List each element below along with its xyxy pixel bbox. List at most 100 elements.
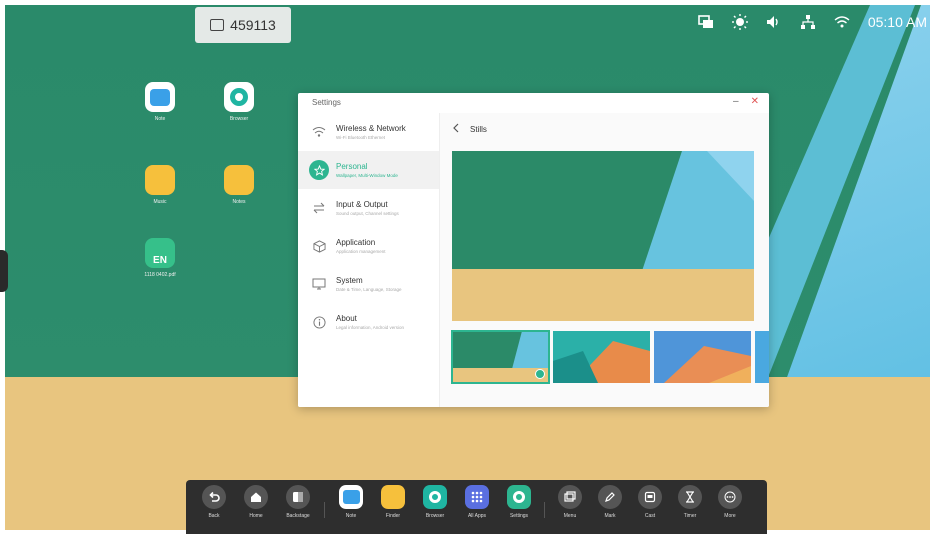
- nav-subtitle: Application management: [336, 249, 386, 254]
- desktop-icon-label: Notes: [232, 199, 246, 205]
- dock-back[interactable]: Back: [194, 485, 234, 519]
- dock-label: Back: [208, 513, 220, 519]
- cube-icon: [310, 237, 328, 255]
- desktop-icon-music-folder[interactable]: Music: [130, 165, 190, 205]
- swap-icon: [310, 199, 328, 217]
- nav-subtitle: Wi-Fi Bluetooth Ethernet: [336, 135, 386, 140]
- home-icon: [244, 485, 268, 509]
- pen-icon: [598, 485, 622, 509]
- wifi-icon[interactable]: [834, 14, 850, 30]
- desktop-icon-label: Note: [154, 116, 166, 122]
- settings-window: Settings – ✕ Wireless & Network Wi-Fi Bl…: [298, 93, 769, 407]
- nav-title: Application: [336, 238, 376, 247]
- cast-icon: [638, 485, 662, 509]
- settings-content: Stills: [440, 113, 769, 407]
- settings-icon: [507, 485, 531, 509]
- desktop-icon-label: Music: [153, 199, 167, 205]
- wallpaper-thumb-selected[interactable]: [451, 330, 550, 384]
- nav-item-wireless-network[interactable]: Wireless & Network Wi-Fi Bluetooth Ether…: [298, 113, 439, 151]
- nav-subtitle: Date & Time, Language, Storage: [336, 287, 402, 292]
- nav-title: System: [336, 276, 363, 285]
- note-icon: [339, 485, 363, 509]
- brightness-icon[interactable]: [731, 14, 748, 30]
- dock-label: All Apps: [467, 513, 487, 519]
- close-icon[interactable]: ✕: [751, 96, 759, 107]
- desktop-icon-label: 1118 0402.pdf: [144, 272, 176, 278]
- nav-item-about[interactable]: About Legal information, Android version: [298, 303, 439, 341]
- dock-finder[interactable]: Finder: [373, 485, 413, 519]
- desktop-icon-label: Browser: [229, 116, 249, 122]
- nav-subtitle: Sound output, Channel settings: [336, 211, 399, 216]
- room-code-icon: [210, 19, 225, 31]
- hourglass-icon: [678, 485, 702, 509]
- dock-settings[interactable]: Settings: [499, 485, 539, 519]
- dock-more[interactable]: More: [710, 485, 750, 519]
- dock-label: More: [724, 513, 736, 519]
- room-code-badge[interactable]: 459113: [195, 7, 291, 43]
- screen-mirror-icon[interactable]: [698, 14, 714, 30]
- dock-backstage[interactable]: Backstage: [278, 485, 318, 519]
- dock-note[interactable]: Note: [331, 485, 371, 519]
- finder-icon: [381, 485, 405, 509]
- minimize-icon[interactable]: –: [733, 96, 739, 107]
- wifi-icon: [310, 123, 328, 141]
- dock-menu[interactable]: Menu: [550, 485, 590, 519]
- desktop-icon-browser[interactable]: Browser: [209, 82, 269, 122]
- clock-time: 05:10 AM: [867, 14, 927, 30]
- browser-icon: [224, 82, 254, 112]
- wallpaper-thumb[interactable]: [553, 331, 650, 383]
- desktop-icon-notes-folder[interactable]: Notes: [209, 165, 269, 205]
- dock-cast[interactable]: Cast: [630, 485, 670, 519]
- settings-sidebar: Wireless & Network Wi-Fi Bluetooth Ether…: [298, 113, 440, 407]
- folder-icon: [224, 165, 254, 195]
- info-icon: [310, 313, 328, 331]
- star-icon: [309, 160, 329, 180]
- wallpaper-thumb[interactable]: [654, 331, 751, 383]
- dock-browser[interactable]: Browser: [415, 485, 455, 519]
- back-chevron-icon[interactable]: [452, 123, 460, 135]
- nav-item-input-output[interactable]: Input & Output Sound output, Channel set…: [298, 189, 439, 227]
- desktop-screen: 459113 05:10 AM Note Browser Music Notes…: [0, 0, 935, 534]
- check-icon: [535, 369, 545, 379]
- nav-item-application[interactable]: Application Application management: [298, 227, 439, 265]
- content-title: Stills: [470, 124, 487, 134]
- file-icon: EN: [145, 238, 175, 268]
- more-icon: [718, 485, 742, 509]
- nav-subtitle: Legal information, Android version: [336, 325, 405, 330]
- dock-label: Note: [345, 513, 357, 519]
- dock-label: Home: [249, 513, 263, 519]
- wallpaper-thumbnails: [451, 330, 769, 384]
- monitor-icon: [310, 275, 328, 293]
- nav-subtitle: Wallpaper, Multi-Window Mode: [336, 173, 398, 178]
- nav-title: Input & Output: [336, 200, 388, 209]
- dock-home[interactable]: Home: [236, 485, 276, 519]
- nav-title: Personal: [336, 162, 368, 171]
- apps-grid-icon: [465, 485, 489, 509]
- nav-title: About: [336, 314, 357, 323]
- volume-icon[interactable]: [766, 14, 782, 30]
- nav-item-personal[interactable]: Personal Wallpaper, Multi-Window Mode: [298, 151, 439, 189]
- dock-label: Timer: [683, 513, 697, 519]
- backstage-icon: [286, 485, 310, 509]
- network-icon[interactable]: [800, 14, 816, 30]
- wallpaper-preview: [452, 151, 754, 321]
- nav-title: Wireless & Network: [336, 124, 406, 133]
- dock-label: Finder: [385, 513, 401, 519]
- wallpaper-thumb[interactable]: [755, 331, 769, 383]
- note-icon: [145, 82, 175, 112]
- nav-item-system[interactable]: System Date & Time, Language, Storage: [298, 265, 439, 303]
- dock-label: Backstage: [286, 513, 310, 519]
- room-code-text: 459113: [230, 17, 276, 33]
- bottom-dock: Back Home Backstage Note Finder Browser …: [186, 480, 767, 534]
- dock-all-apps[interactable]: All Apps: [457, 485, 497, 519]
- settings-title: Settings: [312, 98, 341, 107]
- dock-timer[interactable]: Timer: [670, 485, 710, 519]
- desktop-icon-file[interactable]: EN 1118 0402.pdf: [130, 238, 190, 278]
- browser-icon: [423, 485, 447, 509]
- side-drawer-handle[interactable]: [0, 250, 8, 292]
- desktop-icon-note[interactable]: Note: [130, 82, 190, 122]
- dock-mark[interactable]: Mark: [590, 485, 630, 519]
- dock-label: Browser: [425, 513, 445, 519]
- dock-label: Settings: [509, 513, 529, 519]
- status-bar: 05:10 AM: [698, 14, 927, 30]
